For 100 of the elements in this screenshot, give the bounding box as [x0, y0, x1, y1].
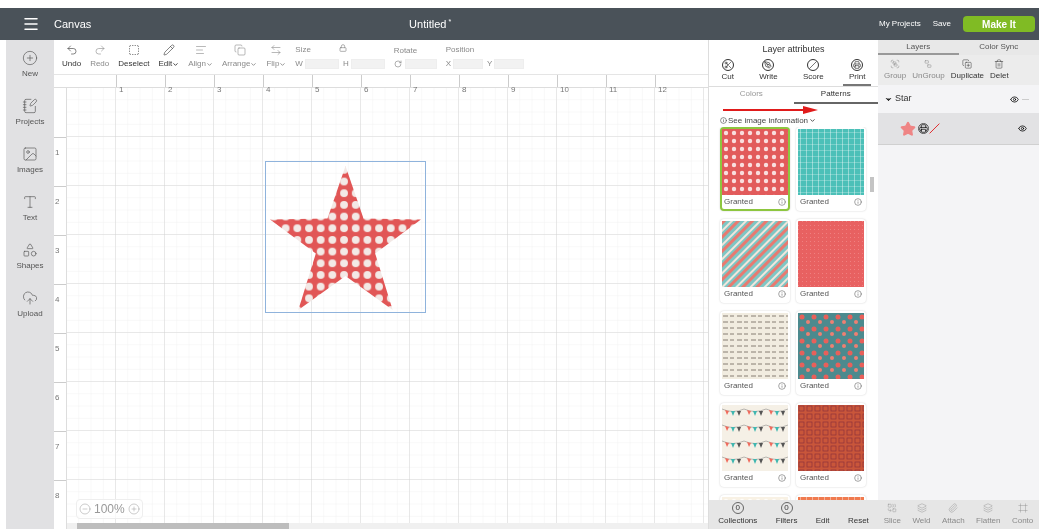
ruler-number: 11 [609, 85, 618, 94]
pattern-license: Granted [724, 195, 753, 208]
menu-icon[interactable] [22, 15, 40, 33]
info-icon[interactable] [778, 381, 786, 390]
field-label: X [445, 58, 451, 70]
field-label: W [295, 58, 303, 70]
sidebar-item-icon[interactable] [22, 50, 38, 66]
toolbar-tool-icon[interactable] [162, 44, 175, 56]
zoom-out-icon[interactable] [79, 503, 91, 515]
panel-tab[interactable]: Color Sync [958, 40, 1039, 55]
info-icon[interactable] [778, 473, 786, 482]
pattern-thumbnail-swatch [722, 220, 788, 287]
ruler-number: 5 [55, 344, 60, 353]
pattern-thumbnail-swatch [722, 128, 788, 195]
ruler-number: 2 [55, 197, 60, 206]
sidebar-item-icon[interactable] [22, 242, 38, 258]
size-label: Size [295, 44, 311, 56]
info-icon[interactable] [778, 289, 786, 298]
horizontal-scrollbar[interactable] [67, 523, 708, 529]
layer-group-name[interactable]: Star [895, 92, 1010, 106]
ruler-number: 3 [217, 85, 222, 94]
info-icon[interactable] [854, 289, 862, 298]
operation-button[interactable]: Print [842, 58, 872, 86]
info-icon[interactable] [854, 473, 862, 482]
sidebar-item-icon[interactable] [22, 194, 38, 210]
field-label: Y [487, 58, 493, 70]
info-icon[interactable] [778, 197, 786, 206]
ruler-number: 6 [364, 85, 369, 94]
panel-action[interactable]: 0 Filters [775, 502, 798, 527]
panel-title: Layer attributes [762, 43, 825, 56]
layer-tool-icon[interactable] [962, 58, 973, 69]
image-info-link[interactable]: See image information [728, 114, 809, 127]
pattern-thumbnail-swatch [722, 404, 788, 471]
toolbar-tool-icon[interactable] [65, 44, 78, 56]
zoom-in-icon[interactable] [127, 503, 140, 515]
caret-icon [809, 117, 817, 124]
pattern-swatch[interactable]: Granted [796, 402, 866, 487]
sidebar-item[interactable]: Images [16, 146, 44, 176]
caret-icon [279, 60, 287, 68]
ruler-number: 1 [55, 148, 60, 157]
pattern-swatch[interactable]: Granted [796, 310, 866, 395]
info-icon[interactable] [854, 381, 862, 390]
pattern-swatch[interactable]: Granted [796, 218, 866, 303]
rotate-icon [393, 60, 402, 68]
caret-icon [250, 60, 258, 68]
sidebar-item-icon[interactable] [22, 146, 38, 162]
app-title: Canvas [54, 16, 92, 32]
sidebar-item[interactable]: New [22, 50, 38, 80]
sidebar-item[interactable]: Upload [17, 290, 43, 320]
layer-tool[interactable]: Duplicate [948, 58, 987, 82]
ruler-number: 3 [55, 246, 60, 255]
ruler-number: 8 [462, 85, 467, 94]
toolbar-tool[interactable]: Edit [156, 44, 182, 70]
operation-button[interactable]: Score [796, 58, 830, 86]
ruler-number: 8 [55, 491, 60, 500]
caret-icon [205, 60, 213, 68]
layer-tool-icon[interactable] [994, 58, 1005, 69]
sidebar-item[interactable]: Projects [15, 98, 45, 128]
pattern-swatch[interactable]: Granted [720, 402, 790, 487]
info-icon[interactable] [720, 117, 727, 124]
operation-button[interactable]: Cut [715, 58, 741, 86]
pattern-swatch[interactable]: Granted [720, 310, 790, 395]
visibility-icon[interactable] [1010, 94, 1019, 104]
pattern-license: Granted [800, 195, 829, 208]
sidebar-item-icon[interactable] [22, 290, 38, 306]
ruler-number: 10 [560, 85, 569, 94]
ruler-number: 7 [55, 442, 60, 451]
operation-button[interactable]: Write [753, 58, 784, 86]
position-label: Position [445, 44, 476, 56]
toolbar-tool[interactable]: Deselect [116, 44, 152, 70]
header-link[interactable]: Save [932, 18, 951, 30]
header-link[interactable]: My Projects [878, 18, 921, 30]
document-title: Untitled $^{*}$ [409, 16, 452, 32]
rotate-label: Rotate [393, 45, 419, 57]
panel-action[interactable]: 0 Collections [718, 502, 758, 527]
toolbar-tool-icon[interactable] [127, 44, 140, 56]
toolbar-tool[interactable]: Undo [60, 44, 84, 70]
pattern-swatch[interactable]: Granted [720, 126, 790, 211]
ruler-number: 5 [315, 85, 320, 94]
pattern-thumbnail-swatch [798, 220, 864, 287]
ruler-number: 4 [55, 295, 60, 304]
info-icon[interactable] [854, 197, 862, 206]
sidebar-item-icon[interactable] [22, 98, 38, 114]
sidebar-item[interactable]: Text [22, 194, 38, 224]
pattern-swatch[interactable]: Granted [796, 126, 866, 211]
panel-action[interactable]: Edit [815, 515, 830, 527]
pattern-thumbnail-swatch [798, 312, 864, 379]
star-thumbnail-icon [900, 120, 916, 137]
pattern-license: Granted [800, 287, 829, 300]
pattern-license: Granted [724, 471, 753, 484]
visibility-icon[interactable] [1018, 124, 1027, 133]
lock-icon[interactable] [338, 44, 347, 52]
pattern-swatch[interactable]: Granted [720, 218, 790, 303]
pattern-license: Granted [800, 471, 829, 484]
operation-icon [807, 58, 820, 71]
sidebar-item[interactable]: Shapes [16, 242, 44, 272]
pen-slash-icon [929, 123, 940, 134]
panel-action[interactable]: Reset [847, 515, 869, 527]
ruler-number: 12 [658, 85, 667, 94]
layer-tool[interactable]: Delet [988, 58, 1011, 82]
